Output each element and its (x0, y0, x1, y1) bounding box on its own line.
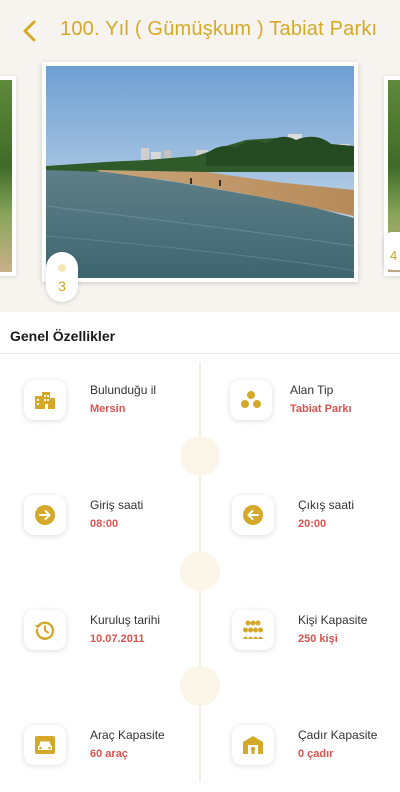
current-photo-card[interactable] (42, 62, 358, 282)
people-icon (232, 610, 274, 650)
feature-label: Kuruluş tarihi (90, 613, 161, 627)
feature-value: 20:00 (298, 518, 327, 530)
page-indicator: 3 (46, 252, 78, 302)
car-icon (24, 725, 66, 765)
section-title: Genel Özellikler (10, 328, 116, 344)
previous-photo-card[interactable] (0, 76, 16, 276)
section-divider (0, 353, 400, 354)
timeline-dot (180, 551, 220, 591)
feature-label: Çadır Kapasite (298, 728, 378, 742)
feature-value: Mersin (90, 403, 126, 415)
photo-carousel[interactable]: 4 3 (0, 62, 400, 312)
app-header: 100. Yıl ( Gümüşkum ) Tabiat Parkı (0, 0, 400, 62)
feature-value: Tabiat Parkı (290, 403, 352, 415)
exit-arrow-icon (232, 495, 274, 535)
feature-label: Bulunduğu il (90, 383, 157, 397)
park-photo (46, 66, 354, 278)
entry-arrow-icon (24, 495, 66, 535)
feature-label: Araç Kapasite (90, 728, 165, 742)
feature-label: Çıkış saati (298, 498, 355, 512)
current-page-number: 3 (58, 278, 66, 294)
timeline-dot (180, 436, 220, 476)
page-title: 100. Yıl ( Gümüşkum ) Tabiat Parkı (60, 18, 378, 40)
feature-value: 08:00 (90, 518, 119, 530)
history-icon (24, 610, 66, 650)
back-button[interactable] (14, 16, 44, 46)
previous-photo (0, 80, 12, 272)
feature-value: 60 araç (90, 748, 128, 760)
feature-label: Kişi Kapasite (298, 613, 368, 627)
page-dot (58, 264, 66, 272)
next-page-badge: 4 (384, 232, 400, 270)
timeline-dot (180, 666, 220, 706)
feature-label: Giriş saati (90, 498, 144, 512)
chevron-left-icon (23, 20, 36, 42)
feature-value: 10.07.2011 (90, 633, 145, 645)
feature-label: Alan Tip (290, 383, 334, 397)
next-page-number: 4 (390, 248, 398, 263)
building-icon (24, 380, 66, 420)
feature-value: 250 kişi (298, 633, 338, 645)
area-type-icon (230, 380, 272, 420)
feature-value: 0 çadır (298, 748, 334, 760)
tent-icon (232, 725, 274, 765)
